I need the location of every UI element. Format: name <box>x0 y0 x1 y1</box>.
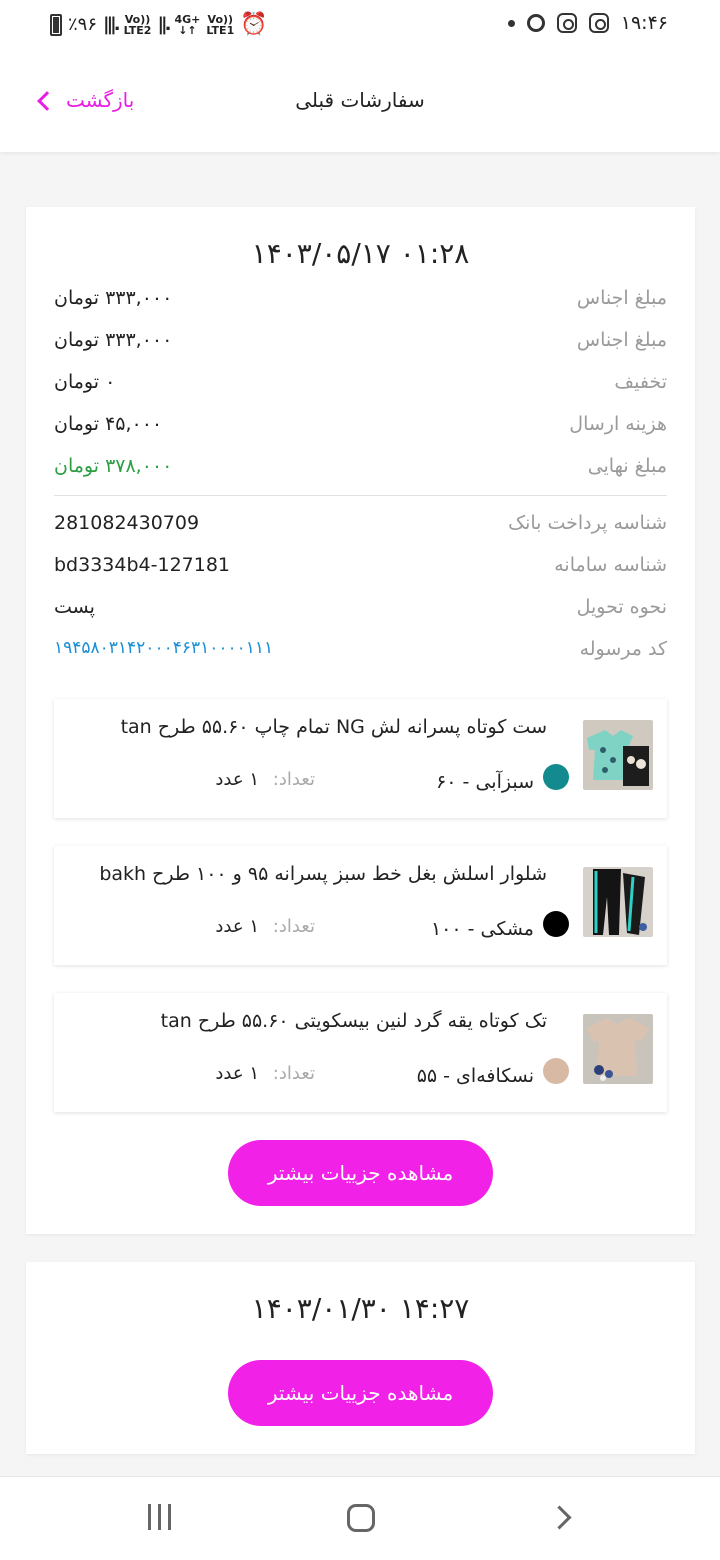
quantity-label: تعداد: <box>272 769 315 790</box>
final-price: ۳۷۸,۰۰۰ تومان <box>54 455 173 477</box>
summary-row: هزینه ارسال ۴۵,۰۰۰ تومان <box>54 413 667 443</box>
summary-row: تخفیف ۰ تومان <box>54 371 667 401</box>
view-details-button[interactable]: مشاهده جزییات بیشتر <box>228 1140 493 1206</box>
row-label: هزینه ارسال <box>569 413 667 435</box>
order-item: تک کوتاه یقه گرد لنین بیسکویتی ۵۵.۶۰ طرح… <box>54 993 667 1112</box>
product-thumbnail <box>583 867 653 937</box>
status-bar: ٪۹۶ |||. Vo)) LTE2 ||. 4G+ ↓↑ Vo)) LTE1 ⏰ ۱… <box>0 0 720 52</box>
signal-icon: |||. <box>103 14 120 35</box>
row-value: ۳۳۳,۰۰۰ تومان <box>54 287 173 309</box>
summary-row: مبلغ اجناس ۳۳۳,۰۰۰ تومان <box>54 329 667 359</box>
color-size: نسکافه‌ای - ۵۵ <box>416 1065 534 1087</box>
color-size: مشکی - ۱۰۰ <box>430 918 534 940</box>
row-label: شناسه پرداخت بانک <box>508 512 667 534</box>
battery-percent: ٪۹۶ <box>68 14 98 35</box>
app-header: بازگشت سفارشات قبلی <box>0 52 720 152</box>
color-swatch <box>543 764 569 790</box>
order-item: ست کوتاه پسرانه لش NG تمام چاپ ۵۵.۶۰ طرح… <box>54 699 667 818</box>
tracking-code-link[interactable]: ۱۹۴۵۸۰۳۱۴۲۰۰۰۴۶۳۱۰۰۰۰۱۱۱ <box>54 638 273 658</box>
row-label: مبلغ نهایی <box>587 455 667 477</box>
order-item: شلوار اسلش بغل خط سبز پسرانه ۹۵ و ۱۰۰ طر… <box>54 846 667 965</box>
divider <box>54 495 667 496</box>
nav-home-icon[interactable] <box>347 1504 375 1532</box>
nav-recent-icon[interactable] <box>148 1504 171 1530</box>
product-title: شلوار اسلش بغل خط سبز پسرانه ۹۵ و ۱۰۰ طر… <box>99 863 547 885</box>
quantity-value: ۱ عدد <box>215 916 259 937</box>
notification-dot-icon <box>507 19 515 27</box>
summary-row: مبلغ اجناس ۳۳۳,۰۰۰ تومان <box>54 287 667 317</box>
row-value: ۴۵,۰۰۰ تومان <box>54 413 163 435</box>
row-label: شناسه سامانه <box>554 554 667 576</box>
row-label: تخفیف <box>614 371 667 393</box>
sim1-indicator: Vo)) LTE1 <box>206 12 235 37</box>
instagram-icon <box>588 13 609 33</box>
row-value: ۳۳۳,۰۰۰ تومان <box>54 329 173 351</box>
delivery-method: پست <box>54 596 95 618</box>
order-date: ۱۴۰۳/۰۵/۱۷ ۰۱:۲۸ <box>251 237 470 270</box>
product-thumbnail <box>583 720 653 790</box>
order-card: ۱۴۰۳/۰۱/۳۰ ۱۴:۲۷ مشاهده جزییات بیشتر <box>26 1262 695 1454</box>
system-id: bd3334b4-127181 <box>54 554 231 576</box>
alarm-icon: ⏰ <box>240 12 268 37</box>
summary-row: مبلغ نهایی ۳۷۸,۰۰۰ تومان <box>54 455 667 485</box>
view-details-button[interactable]: مشاهده جزییات بیشتر <box>228 1360 493 1426</box>
quantity-label: تعداد: <box>272 916 315 937</box>
quantity-value: ۱ عدد <box>215 769 259 790</box>
network-indicator: 4G+ ↓↑ <box>174 12 201 37</box>
color-swatch <box>543 1058 569 1084</box>
product-title: ست کوتاه پسرانه لش NG تمام چاپ ۵۵.۶۰ طرح… <box>120 716 547 738</box>
row-label: کد مرسوله <box>579 638 667 660</box>
battery-icon <box>50 13 62 36</box>
instagram-icon <box>556 13 577 33</box>
color-size: سبزآبی - ۶۰ <box>436 771 534 793</box>
status-right: ۱۹:۴۶ <box>507 12 668 34</box>
system-nav-bar <box>0 1476 720 1560</box>
row-value: ۰ تومان <box>54 371 116 393</box>
row-label: نحوه تحویل <box>576 596 667 618</box>
row-label: مبلغ اجناس <box>576 287 667 309</box>
info-row: شناسه سامانه bd3334b4-127181 <box>54 554 667 584</box>
sim2-indicator: Vo)) LTE2 <box>123 12 152 37</box>
page-title: سفارشات قبلی <box>295 88 425 112</box>
info-row: شناسه پرداخت بانک 281082430709 <box>54 512 667 542</box>
sync-icon <box>526 14 545 32</box>
color-swatch <box>543 911 569 937</box>
status-left: ٪۹۶ |||. Vo)) LTE2 ||. 4G+ ↓↑ Vo)) LTE1 ⏰ <box>50 12 268 37</box>
info-row: کد مرسوله ۱۹۴۵۸۰۳۱۴۲۰۰۰۴۶۳۱۰۰۰۰۱۱۱ <box>54 638 667 668</box>
order-card: ۱۴۰۳/۰۵/۱۷ ۰۱:۲۸ مبلغ اجناس ۳۳۳,۰۰۰ توما… <box>26 207 695 1234</box>
product-thumbnail <box>583 1014 653 1084</box>
row-label: مبلغ اجناس <box>576 329 667 351</box>
clock: ۱۹:۴۶ <box>620 12 668 34</box>
quantity-label: تعداد: <box>272 1063 315 1084</box>
order-date: ۱۴۰۳/۰۱/۳۰ ۱۴:۲۷ <box>251 1292 470 1325</box>
signal-icon: ||. <box>157 14 171 35</box>
info-row: نحوه تحویل پست <box>54 596 667 626</box>
product-title: تک کوتاه یقه گرد لنین بیسکویتی ۵۵.۶۰ طرح… <box>160 1010 547 1032</box>
quantity-value: ۱ عدد <box>215 1063 259 1084</box>
bank-payment-id: 281082430709 <box>54 512 200 534</box>
nav-back-icon[interactable] <box>547 1505 572 1530</box>
